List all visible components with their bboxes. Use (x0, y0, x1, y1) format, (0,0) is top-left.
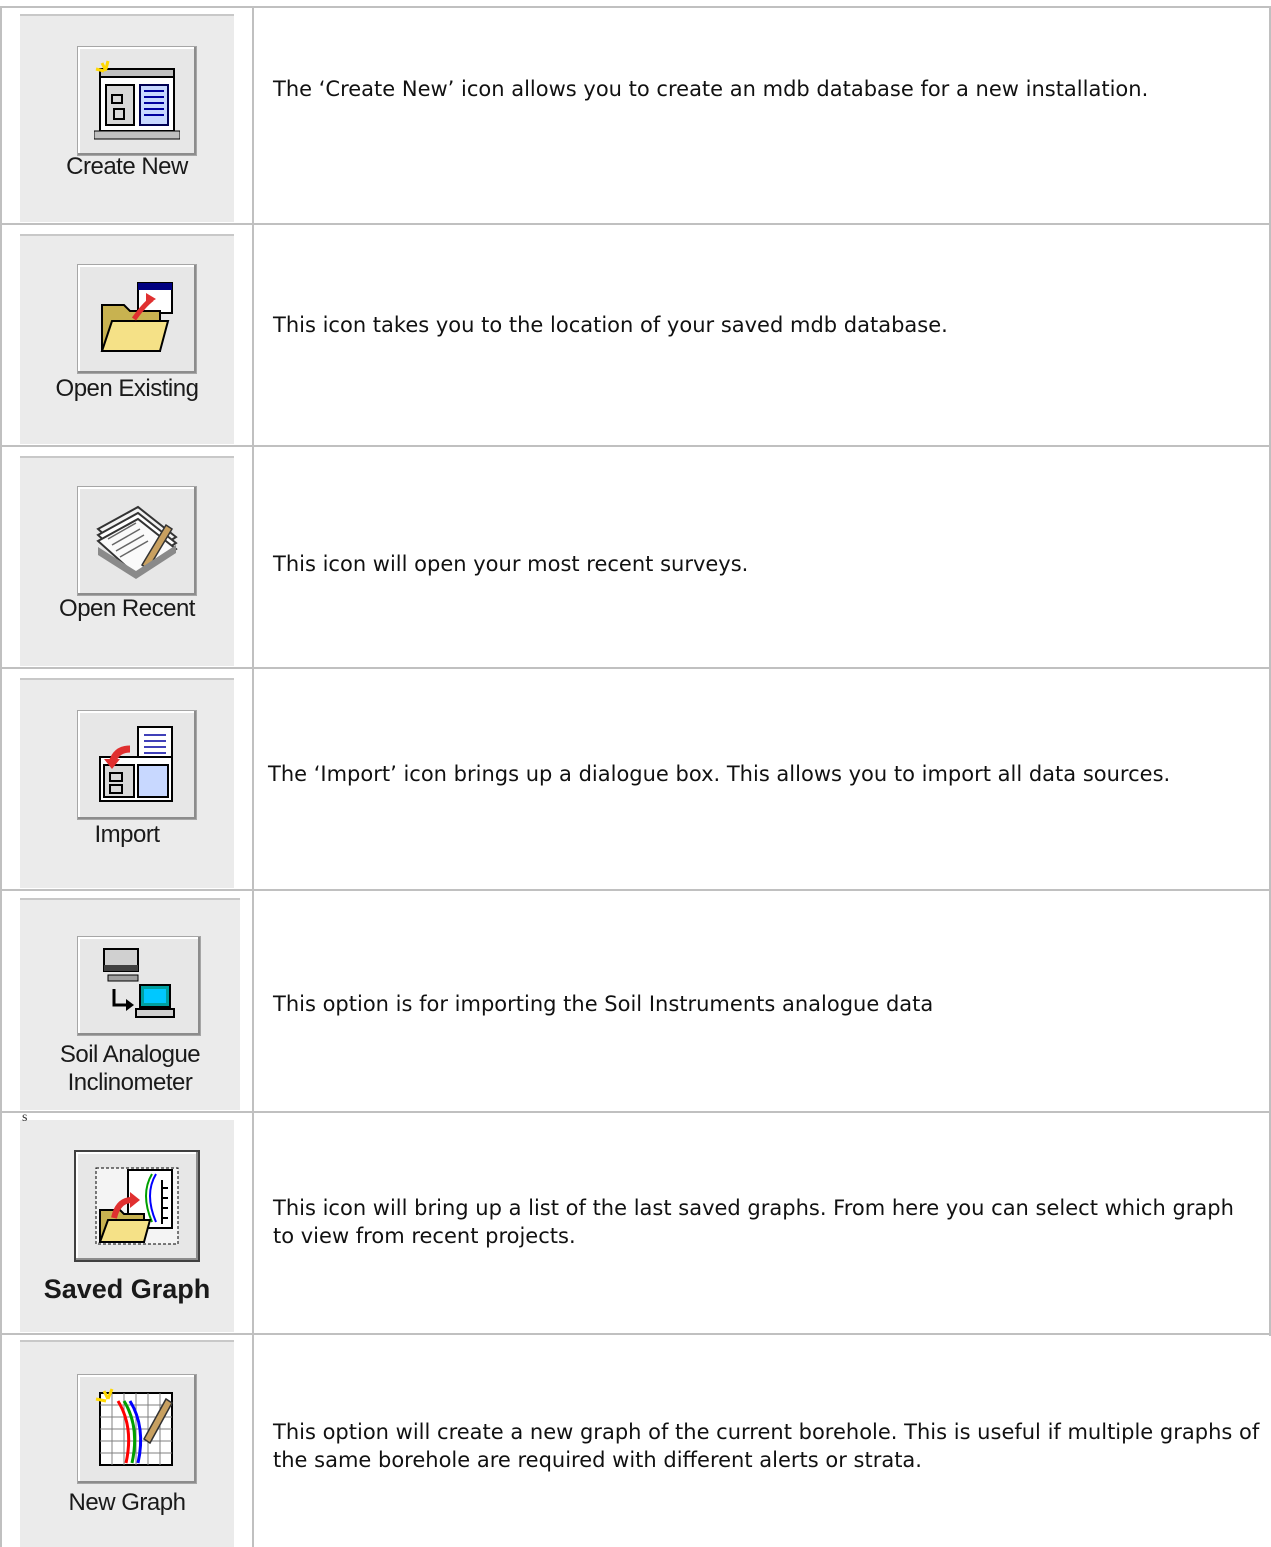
saved-graph-label: Saved Graph (43, 1274, 211, 1304)
table-row-saved-graph: s Saved Graph (20, 1110, 234, 1332)
soil-analogue-inclinometer-button[interactable] (77, 936, 201, 1036)
soil-analogue-label-line2: Inclinometer (67, 1069, 193, 1096)
soil-analogue-label-line1: Soil Analogue (59, 1041, 201, 1068)
saved-graph-description: This icon will bring up a list of the la… (273, 1196, 1234, 1248)
import-icon (99, 726, 173, 802)
row-divider (0, 1333, 1271, 1335)
row-divider (0, 667, 1271, 669)
open-recent-button[interactable] (77, 486, 197, 596)
table-left-border (0, 6, 2, 1547)
soil-analogue-description: This option is for importing the Soil In… (273, 992, 934, 1016)
new-graph-icon (95, 1388, 173, 1466)
table-row-open-existing: Open Existing (20, 234, 234, 444)
saved-graph-button[interactable] (74, 1150, 200, 1262)
import-label: Import (94, 821, 160, 848)
saved-graph-icon (95, 1167, 179, 1245)
table-row-open-recent: Open Recent (20, 456, 234, 666)
row-divider (0, 889, 1271, 891)
row-divider (0, 445, 1271, 447)
create-new-label: Create New (66, 153, 188, 180)
open-existing-button[interactable] (77, 264, 197, 374)
table-row-new-graph: New Graph (20, 1340, 234, 1547)
open-existing-description: This icon takes you to the location of y… (273, 313, 948, 337)
table-row-import: Import (20, 678, 234, 888)
row-divider (0, 223, 1271, 225)
import-description: The ‘Import’ icon brings up a dialogue b… (268, 762, 1171, 786)
table-top-border (0, 6, 1271, 8)
row-divider (0, 1111, 1271, 1113)
new-graph-label: New Graph (68, 1489, 186, 1516)
table-row-create-new: Create New (20, 14, 234, 222)
open-existing-icon (100, 282, 173, 352)
create-new-icon (94, 60, 180, 140)
new-graph-description: This option will create a new graph of t… (273, 1420, 1260, 1472)
open-recent-description: This icon will open your most recent sur… (273, 552, 749, 576)
soil-analogue-inclinometer-icon (103, 948, 175, 1018)
import-button[interactable] (77, 710, 197, 820)
create-new-description: The ‘Create New’ icon allows you to crea… (273, 77, 1149, 101)
new-graph-button[interactable] (77, 1374, 197, 1484)
open-recent-label: Open Recent (59, 595, 195, 622)
open-recent-icon (96, 505, 178, 579)
open-existing-label: Open Existing (55, 375, 199, 402)
table-column-divider (252, 6, 254, 1547)
create-new-button[interactable] (77, 46, 197, 156)
saved-graph-corner-mark: s (22, 1110, 28, 1125)
table-row-soil-analogue-inclinometer: Soil Analogue Inclinometer (20, 898, 240, 1110)
